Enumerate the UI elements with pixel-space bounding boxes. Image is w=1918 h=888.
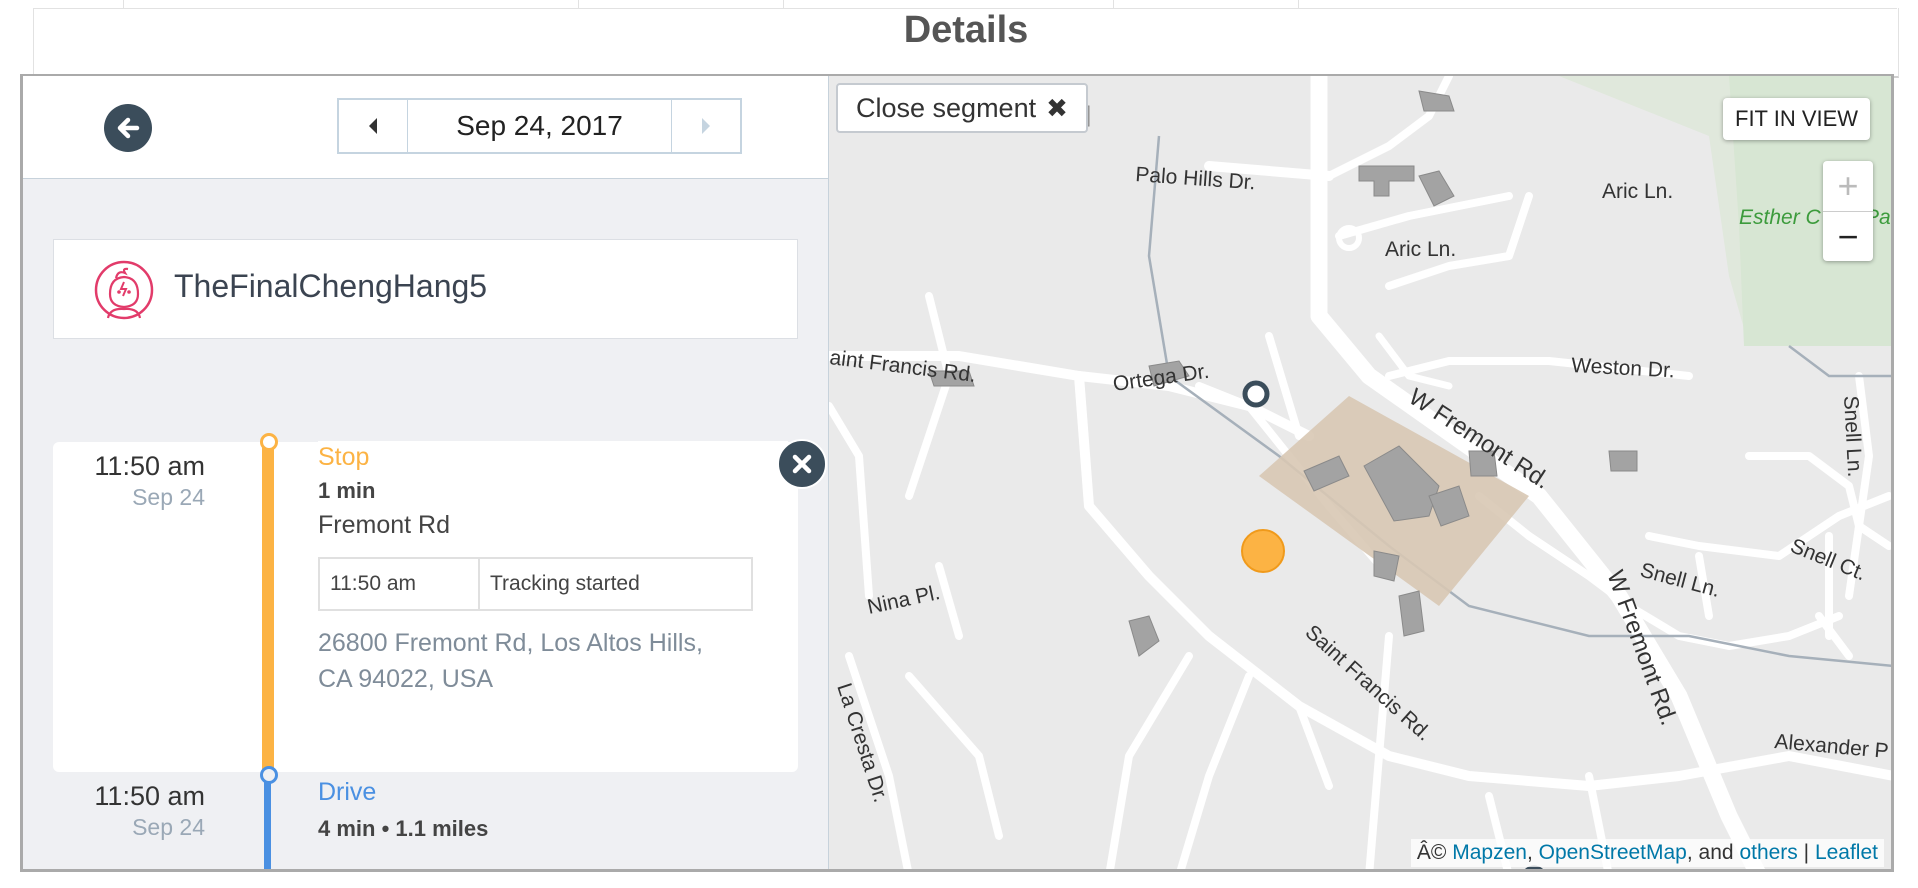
timeline-panel: Sep 24, 2017 TheFinalChengHang5 11:50 am…	[23, 76, 829, 869]
table-column-divider	[578, 0, 579, 8]
map-view[interactable]: Palo Hills Dr. Aric Ln. Aric Ln. Esther …	[829, 76, 1894, 869]
details-header: Details	[33, 8, 1899, 78]
drive-date: Sep 24	[132, 814, 205, 840]
map-label-esther: Esther C	[1739, 206, 1822, 229]
map-attribution: Â© Mapzen, OpenStreetMap, and others | L…	[1410, 839, 1884, 867]
panel-header: Sep 24, 2017	[23, 76, 828, 179]
user-card[interactable]: TheFinalChengHang5	[53, 239, 798, 339]
event-table: 11:50 am Tracking started	[318, 557, 753, 611]
stop-duration: 1 min	[318, 478, 376, 503]
date-navigator: Sep 24, 2017	[337, 98, 742, 154]
stop-place-name: Fremont Rd	[318, 511, 450, 539]
stop-time: 11:50 am	[94, 451, 205, 481]
drive-time: 11:50 am	[94, 781, 205, 811]
stop-timeline-dot	[260, 433, 278, 451]
close-icon	[792, 454, 812, 474]
map-canvas[interactable]: Palo Hills Dr. Aric Ln. Aric Ln. Esther …	[829, 76, 1894, 869]
drive-type-label: Drive	[318, 778, 377, 806]
map-label-aric-ln-2: Aric Ln.	[1385, 238, 1456, 261]
waypoint-marker-end[interactable]	[1523, 865, 1545, 869]
fit-in-view-button[interactable]: FIT IN VIEW	[1723, 98, 1871, 140]
table-column-divider	[1113, 0, 1114, 8]
drive-timeline-dot	[260, 766, 278, 784]
map-label-snell-ln-vertical: Snell Ln.	[1839, 395, 1866, 478]
stop-address-line1: 26800 Fremont Rd, Los Altos Hills,	[318, 629, 703, 657]
zoom-out-button[interactable]: −	[1823, 212, 1873, 262]
event-time: 11:50 am	[320, 559, 480, 609]
stop-start-time: 11:50 am Sep 24	[75, 450, 205, 512]
attribution-link-osm[interactable]: OpenStreetMap	[1539, 841, 1687, 864]
drive-summary: 4 min • 1.1 miles	[318, 816, 489, 841]
stop-address-line2: CA 94022, USA	[318, 665, 494, 693]
attribution-link-others[interactable]: others	[1739, 841, 1797, 864]
copyright-symbol: Â©	[1416, 841, 1447, 864]
stop-timeline-bar	[262, 441, 274, 773]
waypoint-marker[interactable]	[1242, 380, 1270, 408]
attribution-and: , and	[1686, 841, 1734, 864]
details-title: Details	[903, 9, 1029, 51]
previous-day-button[interactable]	[339, 100, 408, 152]
arrow-left-icon	[117, 117, 140, 139]
close-segment-card-button[interactable]	[777, 439, 827, 489]
drive-event-table	[318, 869, 753, 872]
close-icon: ✖	[1046, 92, 1068, 123]
stop-address: 26800 Fremont Rd, Los Altos Hills, CA 94…	[318, 625, 758, 697]
stop-date: Sep 24	[132, 484, 205, 510]
stop-location-marker[interactable]	[1241, 529, 1285, 573]
zoom-in-button[interactable]: +	[1823, 161, 1873, 212]
map-label-aric-ln-1: Aric Ln.	[1602, 180, 1673, 203]
caret-left-icon	[369, 118, 377, 134]
table-column-divider	[1298, 0, 1299, 8]
trip-details-frame: Sep 24, 2017 TheFinalChengHang5 11:50 am…	[20, 74, 1894, 872]
table-column-divider	[783, 0, 784, 8]
current-date: Sep 24, 2017	[456, 110, 623, 141]
close-segment-button[interactable]: Close segment ✖	[836, 83, 1088, 133]
table-column-divider	[123, 0, 124, 8]
avatar	[94, 260, 154, 320]
stop-type-label: Stop	[318, 443, 370, 471]
attribution-link-leaflet[interactable]: Leaflet	[1815, 841, 1878, 864]
drive-start-time: 11:50 am Sep 24	[75, 780, 205, 842]
next-day-button[interactable]	[671, 100, 740, 152]
attribution-link-mapzen[interactable]: Mapzen	[1452, 841, 1527, 864]
event-description: Tracking started	[490, 572, 640, 595]
close-segment-label: Close segment	[856, 92, 1037, 123]
user-name: TheFinalChengHang5	[174, 268, 488, 304]
drive-timeline-bar	[264, 774, 271, 869]
caret-right-icon	[702, 118, 710, 134]
stop-details: Stop 1 min Fremont Rd 11:50 am Tracking …	[318, 441, 788, 736]
zoom-control: + −	[1823, 161, 1873, 261]
back-button[interactable]	[104, 104, 152, 152]
